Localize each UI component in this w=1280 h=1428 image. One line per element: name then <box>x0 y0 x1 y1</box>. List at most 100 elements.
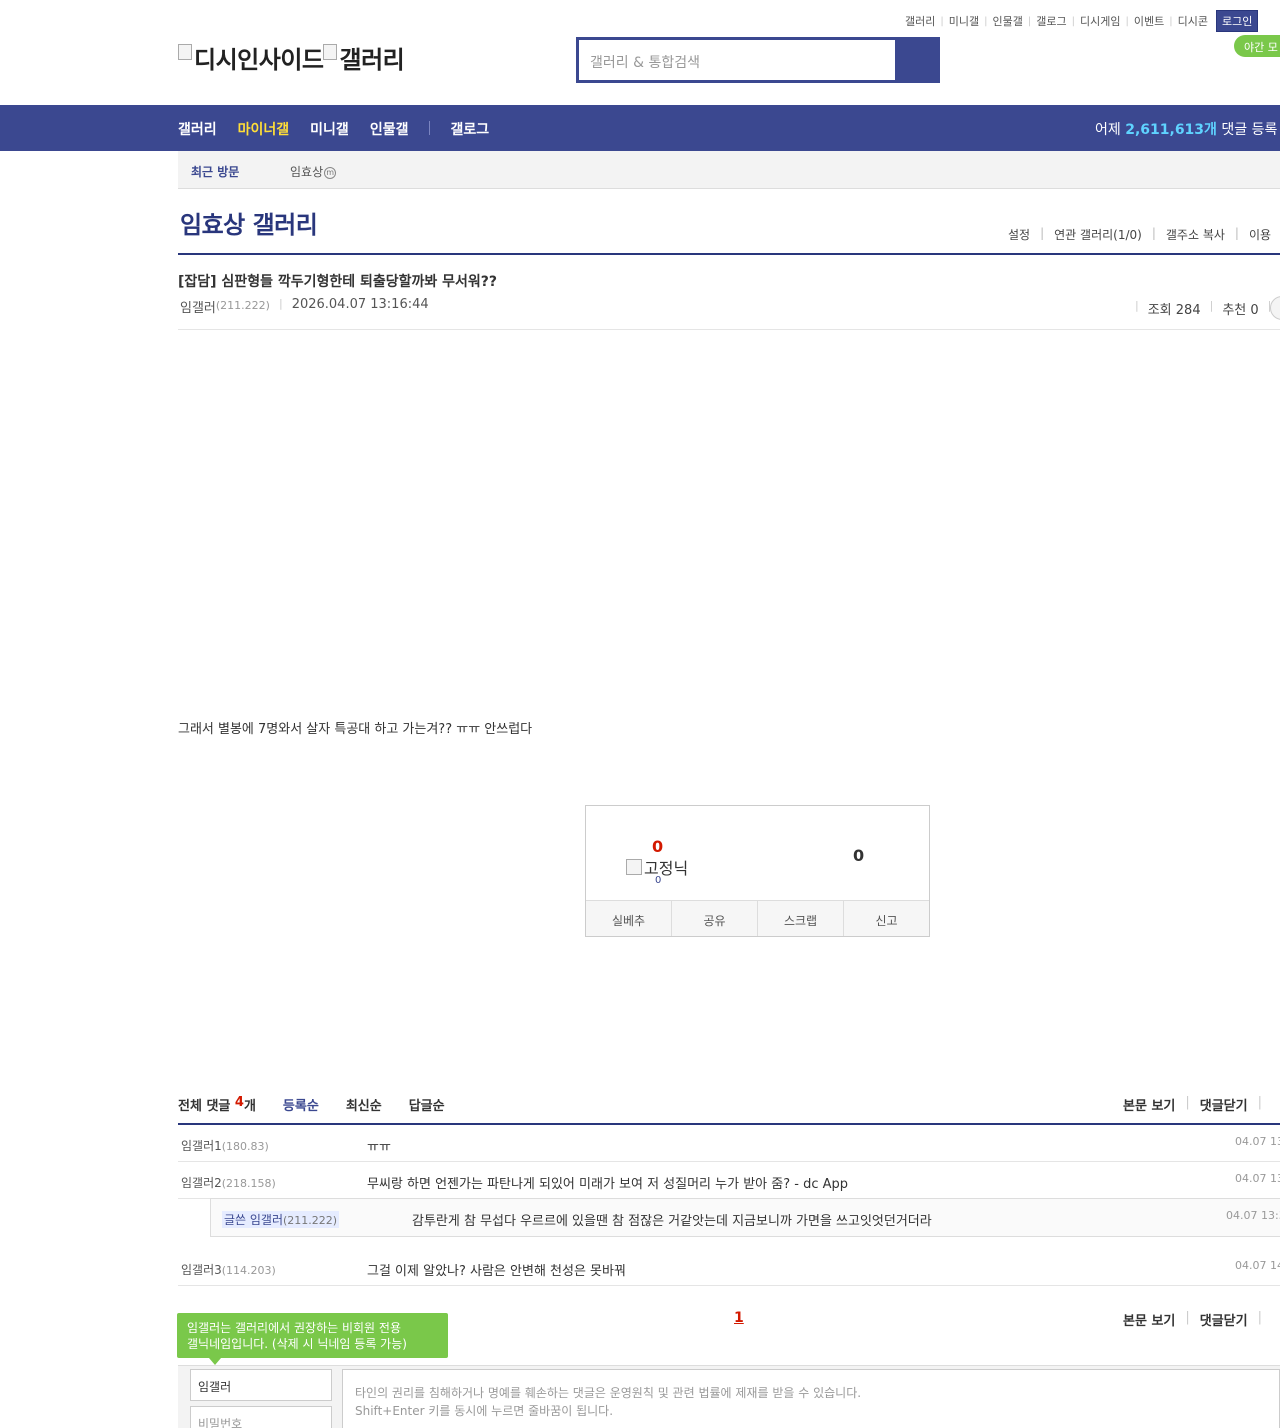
stat-prefix: 어제 <box>1095 122 1121 138</box>
site-logo[interactable]: 디시인사이드 갤러리 <box>178 40 405 75</box>
gallery-settings-link[interactable]: 설정 <box>1008 226 1030 243</box>
view-body-button[interactable]: 본문 보기 <box>1123 1095 1175 1114</box>
stat-value: 2,611,613개 <box>1125 122 1217 138</box>
search-box: 갤러리 & 통합검색 <box>576 37 940 83</box>
search-button[interactable] <box>895 40 937 80</box>
close-comments-button-bottom[interactable]: 댓글닫기 <box>1200 1310 1248 1329</box>
night-mode-button[interactable]: 야간 모 <box>1234 35 1280 57</box>
gallery-title[interactable]: 임효상 갤러리 <box>180 205 318 240</box>
gallery-divider <box>178 253 1280 255</box>
recommend-up-count: 0 <box>652 837 664 856</box>
top-link-mini[interactable]: 미니갤 <box>949 13 979 29</box>
gallery-menu: 설정 | 연관 갤러리(1/0) | 갤주소 복사 | 이용 <box>1008 226 1272 243</box>
tooltip-line2: 갤닉네임입니다. (삭제 시 닉네임 등록 가능) <box>187 1337 407 1351</box>
guest-nick-tooltip: 임갤러는 갤러리에서 권장하는 비회원 전용 갤닉네임입니다. (삭제 시 닉네… <box>177 1313 448 1358</box>
comment-author[interactable]: 임갤러2(218.158) <box>181 1174 276 1191</box>
reply-author[interactable]: 글쓴 임갤러(211.222) <box>222 1211 340 1228</box>
comment-date: 04.07 14 <box>1235 1259 1280 1272</box>
comment-date: 04.07 13 <box>1235 1135 1280 1148</box>
comment-total-suffix: 개 <box>243 1099 256 1114</box>
comment-author[interactable]: 임갤러1(180.83) <box>181 1137 269 1154</box>
comment-page-current[interactable]: 1 <box>734 1310 744 1326</box>
broken-image-icon <box>626 859 642 875</box>
post-body: 그래서 별봉에 7명와서 살자 특공대 하고 가는겨?? ㅠㅠ 안쓰럽다 <box>178 722 533 737</box>
nav-minor-gallery[interactable]: 마이너갤 <box>238 119 290 139</box>
comment-total-label: 전체 댓글 <box>178 1099 231 1114</box>
sort-by-replies[interactable]: 답글순 <box>409 1095 445 1114</box>
view-body-button-bottom[interactable]: 본문 보기 <box>1123 1310 1175 1329</box>
comment-reply: 글쓴 임갤러(211.222) 감투란게 참 무섭다 우르르에 있을땐 참 점잖… <box>210 1198 1280 1237</box>
fixnick-text: 고정닉 <box>644 859 689 878</box>
reply-text: 감투란게 참 무섭다 우르르에 있을땐 참 점잖은 거같앗는데 지금보니까 가면… <box>412 1214 932 1229</box>
top-link-gallog[interactable]: 갤로그 <box>1036 13 1066 29</box>
comment-text: 무씨랑 하면 언젠가는 파탄나게 되있어 미래가 보여 저 성질머리 누가 받아… <box>367 1177 848 1192</box>
comment-text: ㅠㅠ <box>367 1140 391 1155</box>
nickname-field[interactable]: 임갤러 <box>190 1369 332 1401</box>
sort-by-register[interactable]: 등록순 <box>283 1095 319 1114</box>
post-views: 조회 284 <box>1147 303 1201 318</box>
recommend-box: 0 고정닉 0 0 실베추 공유 스크랩 신고 <box>585 805 930 937</box>
top-link-game[interactable]: 디시게임 <box>1080 13 1120 29</box>
post-header-divider <box>178 329 1280 330</box>
close-comments-button[interactable]: 댓글닫기 <box>1200 1095 1248 1114</box>
copy-address-link[interactable]: 갤주소 복사 <box>1166 226 1225 243</box>
logo-left: 디시인사이드 <box>194 46 324 74</box>
comment-text: 그걸 이제 알았나? 사람은 안변해 천성은 못바꿔 <box>367 1264 626 1279</box>
nav-mini-gallery[interactable]: 미니갤 <box>310 119 349 139</box>
nav-gallery[interactable]: 갤러리 <box>178 119 217 139</box>
bottom-comment-actions: 본문 보기 | 댓글닫기 | <box>1123 1310 1262 1329</box>
recent-visit-item[interactable]: 임효상 m <box>290 163 337 180</box>
comment-notice-line2: Shift+Enter 키를 동시에 누르면 줄바꿈이 됩니다. <box>355 1404 614 1418</box>
comment-date: 04.07 13 <box>1235 1172 1280 1185</box>
report-button[interactable]: 신고 <box>844 901 929 936</box>
top-link-gallery[interactable]: 갤러리 <box>905 13 935 29</box>
scrap-button[interactable]: 스크랩 <box>758 901 844 936</box>
comment-header: 전체 댓글 4개 등록순 최신순 답글순 <box>178 1095 445 1114</box>
daily-comment-stat: 어제 2,611,613개 댓글 등록 <box>1095 119 1277 139</box>
search-input[interactable]: 갤러리 & 통합검색 <box>579 40 895 80</box>
post-title: [잡담] 심판형들 깍두기형한테 퇴출당할까봐 무서워?? <box>178 274 498 290</box>
post-date: 2026.04.07 13:16:44 <box>291 297 429 312</box>
broken-image-icon <box>178 43 192 60</box>
best-recommend-button[interactable]: 실베추 <box>586 901 672 936</box>
comment-nick: 임갤러1 <box>181 1139 222 1153</box>
comment-ip: (218.158) <box>221 1177 276 1190</box>
top-link-person[interactable]: 인물갤 <box>993 13 1023 29</box>
post-meta: 임갤러 (211.222) | 2026.04.07 13:16:44 <box>180 297 429 316</box>
reply-nick: 글쓴 임갤러 <box>224 1213 284 1227</box>
comment-total-count: 4 <box>234 1095 244 1110</box>
minor-badge-icon: m <box>324 167 337 179</box>
login-button[interactable]: 로그인 <box>1215 10 1259 32</box>
comment-row: 임갤러1(180.83) ㅠㅠ 04.07 13 <box>178 1125 1280 1162</box>
reply-date: 04.07 13:3 <box>1226 1209 1280 1222</box>
fixnick-count: 0 <box>655 875 662 886</box>
nav-gallog[interactable]: 갤로그 <box>450 119 489 139</box>
tooltip-arrow <box>209 1358 221 1365</box>
comment-row: 임갤러3(114.203) 그걸 이제 알았나? 사람은 안변해 천성은 못바꿔… <box>178 1249 1280 1286</box>
logo-right: 갤러리 <box>339 46 405 74</box>
recent-visits-title: 최근 방문 <box>191 165 240 179</box>
password-field[interactable]: 비밀번호 <box>190 1406 332 1428</box>
recommend-down-count: 0 <box>853 846 865 865</box>
comment-author[interactable]: 임갤러3(114.203) <box>181 1261 276 1278</box>
nav-divider <box>429 121 431 135</box>
nav-person-gallery[interactable]: 인물갤 <box>370 119 409 139</box>
post-recommends: 추천 0 <box>1222 303 1259 318</box>
comment-ip: (114.203) <box>221 1264 276 1277</box>
post-author[interactable]: 임갤러 <box>180 297 216 316</box>
related-gallery-link[interactable]: 연관 갤러리(1/0) <box>1054 226 1142 243</box>
comment-textarea[interactable]: 타인의 권리를 침해하거나 명예를 훼손하는 댓글은 운영원칙 및 관련 법률에… <box>342 1369 1280 1428</box>
share-button[interactable]: 공유 <box>672 901 758 936</box>
usage-link[interactable]: 이용 <box>1249 226 1271 243</box>
comment-header-actions: 본문 보기 | 댓글닫기 | <box>1123 1095 1262 1114</box>
stat-suffix: 댓글 등록 <box>1221 122 1278 138</box>
comment-ip: (180.83) <box>221 1140 269 1153</box>
top-link-event[interactable]: 이벤트 <box>1134 13 1164 29</box>
comment-nick: 임갤러3 <box>181 1263 222 1277</box>
recent-visits-bar: 최근 방문 임효상 m <box>178 151 1280 189</box>
top-link-dcicon[interactable]: 디시콘 <box>1178 13 1208 29</box>
comment-notice-line1: 타인의 권리를 침해하거나 명예를 훼손하는 댓글은 운영원칙 및 관련 법률에… <box>355 1386 862 1400</box>
comment-row: 임갤러2(218.158) 무씨랑 하면 언젠가는 파탄나게 되있어 미래가 보… <box>178 1162 1280 1199</box>
sort-by-latest[interactable]: 최신순 <box>346 1095 382 1114</box>
main-nav: 갤러리 마이너갤 미니갤 인물갤 갤로그 <box>178 119 510 139</box>
